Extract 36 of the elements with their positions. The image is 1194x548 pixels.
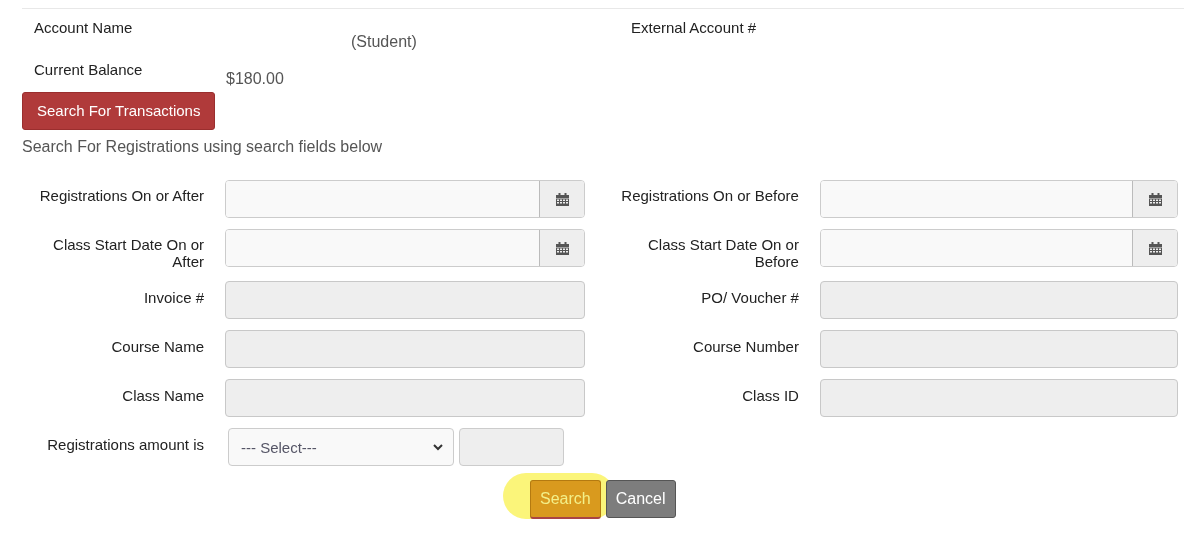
instruction-text: Search For Registrations using search fields below [22,138,384,156]
amount-condition-dropdown[interactable]: --- Select--- [228,428,454,466]
current-balance-label: Current Balance [34,61,144,79]
field-label: Class Name [121,386,204,404]
current-balance-value: $180.00 [226,70,284,89]
account-name-label: Account Name [34,19,134,37]
calendar-icon [1148,192,1162,206]
text-field[interactable] [225,281,585,319]
text-field[interactable] [819,330,1178,368]
date-field[interactable] [819,229,1178,267]
text-field[interactable] [225,379,585,417]
date-field[interactable] [819,180,1178,218]
calendar-icon [555,192,569,206]
field-label: Registrations On or After [38,186,204,204]
calendar-icon [555,241,569,255]
calendar-icon [1148,241,1162,255]
text-field[interactable] [819,379,1178,417]
chevron-down-icon [433,443,443,451]
field-label: Registrations amount is [46,435,204,453]
field-label: Invoice # [142,288,204,306]
search-transactions-button[interactable]: Search For Transactions [22,92,216,130]
external-account-label: External Account # [631,19,757,37]
field-label: Class Start Date On or Before [647,235,799,270]
text-field[interactable] [225,330,585,368]
date-field[interactable] [225,180,585,218]
account-name-value: (Student) [351,33,417,52]
field-label: Registrations On or Before [620,186,799,204]
cancel-button[interactable]: Cancel [605,480,676,518]
field-label: PO/ Voucher # [700,288,799,306]
field-label: Course Name [110,337,204,355]
amount-field[interactable] [459,428,564,466]
text-field[interactable] [819,281,1178,319]
field-label: Course Number [692,337,799,355]
field-label: Class ID [741,386,799,404]
field-label: Class Start Date On or After [52,235,204,270]
date-field[interactable] [225,229,585,267]
